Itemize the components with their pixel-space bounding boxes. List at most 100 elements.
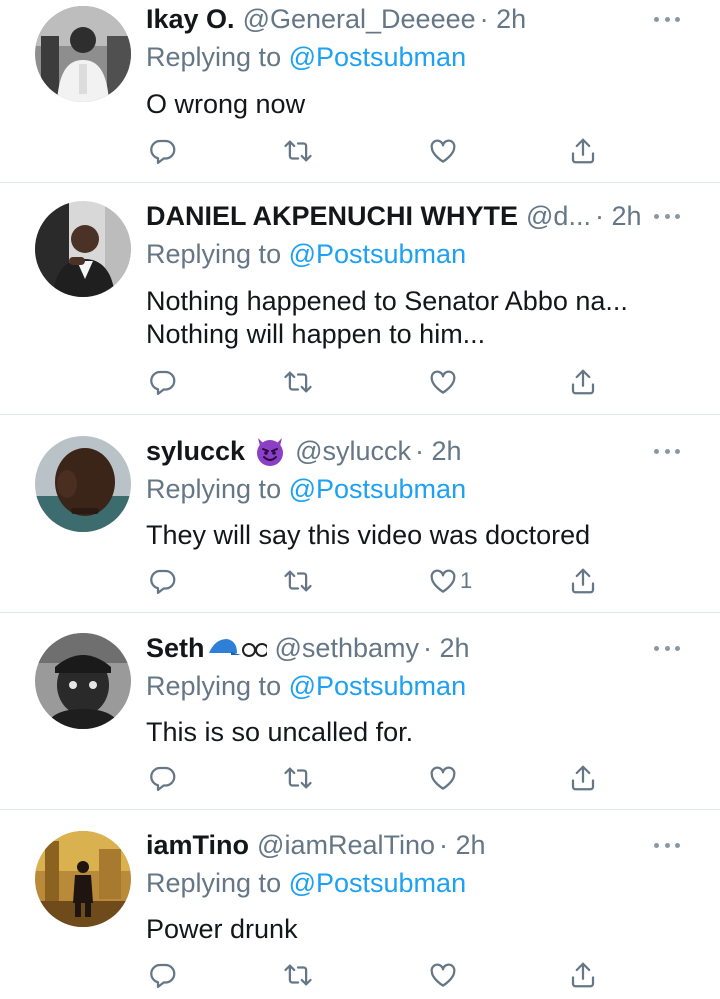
reply-button[interactable]: [148, 958, 178, 992]
timestamp: · 2h: [594, 200, 642, 231]
replying-to-label: Replying to: [146, 868, 289, 898]
retweet-button[interactable]: [283, 365, 313, 399]
replying-to-line: Replying to @Postsubman: [146, 42, 466, 73]
user-handle[interactable]: @d...: [526, 201, 591, 232]
share-button[interactable]: [568, 761, 598, 795]
share-icon: [571, 962, 595, 988]
like-button[interactable]: [428, 134, 460, 168]
share-icon: [571, 568, 595, 594]
share-icon: [571, 138, 595, 164]
replying-to-line: Replying to @Postsubman: [146, 671, 466, 702]
more-dots-icon[interactable]: [654, 212, 680, 220]
share-button[interactable]: [568, 365, 598, 399]
mention-link[interactable]: @Postsubman: [289, 239, 467, 269]
avatar[interactable]: [35, 831, 131, 927]
tweet[interactable]: Seth @sethbamy · 2h Replying to @Postsub…: [0, 613, 720, 810]
tweet-actions: 1: [0, 564, 720, 598]
more-dots-icon[interactable]: [654, 15, 680, 23]
like-icon: [430, 569, 456, 593]
replying-to-label: Replying to: [146, 671, 289, 701]
tweet-text-line: This is so uncalled for.: [146, 717, 414, 747]
mention-link[interactable]: @Postsubman: [289, 671, 467, 701]
user-handle[interactable]: @sylucck: [295, 436, 411, 467]
more-dots-icon[interactable]: [654, 447, 680, 455]
replying-to-label: Replying to: [146, 474, 289, 504]
reply-icon: [150, 139, 176, 164]
timestamp: · 2h: [422, 632, 470, 663]
reply-icon: [150, 370, 176, 395]
tweet-text: Power drunk: [146, 913, 680, 946]
share-icon: [571, 369, 595, 395]
tweet-text-line: Power drunk: [146, 914, 298, 944]
like-button[interactable]: [428, 365, 460, 399]
avatar[interactable]: [35, 201, 131, 297]
timestamp: · 2h: [479, 3, 527, 34]
replying-to-label: Replying to: [146, 239, 289, 269]
tweet[interactable]: iamTino @iamRealTino · 2h Replying to @P…: [0, 810, 720, 999]
retweet-button[interactable]: [283, 761, 313, 795]
replying-to-line: Replying to @Postsubman: [146, 239, 466, 270]
like-button[interactable]: [428, 761, 460, 795]
display-name[interactable]: DANIEL AKPENUCHI WHYTE: [146, 201, 518, 232]
blue-cap-and-sunglasses-emoji: [207, 633, 267, 663]
like-icon: [430, 139, 456, 163]
retweet-icon: [284, 140, 312, 162]
retweet-button[interactable]: [283, 564, 313, 598]
retweet-icon: [284, 964, 312, 986]
timestamp: · 2h: [415, 435, 462, 466]
more-dots-icon[interactable]: [654, 644, 680, 652]
retweet-icon: [284, 767, 312, 789]
share-button[interactable]: [568, 564, 598, 598]
like-icon: [430, 766, 456, 790]
reply-icon: [150, 963, 176, 988]
avatar[interactable]: [35, 436, 131, 532]
reply-icon: [150, 569, 176, 594]
like-count: 1: [460, 568, 473, 593]
user-handle[interactable]: @sethbamy: [275, 633, 419, 664]
user-handle[interactable]: @General_Deeeee: [243, 4, 476, 35]
tweet[interactable]: DANIEL AKPENUCHI WHYTE @d... · 2h Replyi…: [0, 183, 720, 415]
replying-to-label: Replying to: [146, 42, 289, 72]
tweet-actions: [0, 134, 720, 168]
share-button[interactable]: [568, 134, 598, 168]
timestamp: · 2h: [439, 829, 486, 860]
smiling-devil-emoji: [253, 434, 287, 468]
replies-feed: Ikay O. @General_Deeeee · 2h Replying to…: [0, 0, 720, 999]
reply-button[interactable]: [148, 761, 178, 795]
tweet-text: O wrong now: [146, 88, 680, 121]
reply-icon: [150, 766, 176, 791]
like-icon: [430, 963, 456, 987]
mention-link[interactable]: @Postsubman: [289, 868, 467, 898]
tweet-text: This is so uncalled for.: [146, 716, 680, 749]
share-button[interactable]: [568, 958, 598, 992]
display-name[interactable]: Seth: [146, 633, 205, 664]
tweet[interactable]: Ikay O. @General_Deeeee · 2h Replying to…: [0, 0, 720, 183]
tweet-text-line: Nothing will happen to him...: [146, 319, 486, 349]
retweet-button[interactable]: [283, 134, 313, 168]
tweet-text-line: They will say this video was doctored: [146, 520, 591, 550]
mention-link[interactable]: @Postsubman: [289, 42, 467, 72]
reply-button[interactable]: [148, 564, 178, 598]
tweet-actions: [0, 958, 720, 992]
reply-button[interactable]: [148, 365, 178, 399]
replying-to-line: Replying to @Postsubman: [146, 868, 466, 899]
share-icon: [571, 765, 595, 791]
tweet-text: They will say this video was doctored: [146, 519, 680, 552]
avatar[interactable]: [35, 633, 131, 729]
tweet[interactable]: sylucck @sylucck · 2h Replying to @Posts…: [0, 415, 720, 613]
mention-link[interactable]: @Postsubman: [289, 474, 467, 504]
like-button[interactable]: 1: [428, 564, 472, 598]
tweet-text-line: Nothing happened to Senator Abbo na...: [146, 286, 628, 316]
reply-button[interactable]: [148, 134, 178, 168]
like-icon: [430, 370, 456, 394]
retweet-icon: [284, 570, 312, 592]
more-dots-icon[interactable]: [654, 841, 680, 849]
user-handle[interactable]: @iamRealTino: [257, 830, 435, 861]
display-name[interactable]: sylucck: [146, 436, 245, 467]
avatar[interactable]: [35, 6, 131, 102]
like-button[interactable]: [428, 958, 460, 992]
display-name[interactable]: iamTino: [146, 830, 249, 861]
tweet-actions: [0, 761, 720, 795]
display-name[interactable]: Ikay O.: [146, 4, 235, 35]
retweet-button[interactable]: [283, 958, 313, 992]
